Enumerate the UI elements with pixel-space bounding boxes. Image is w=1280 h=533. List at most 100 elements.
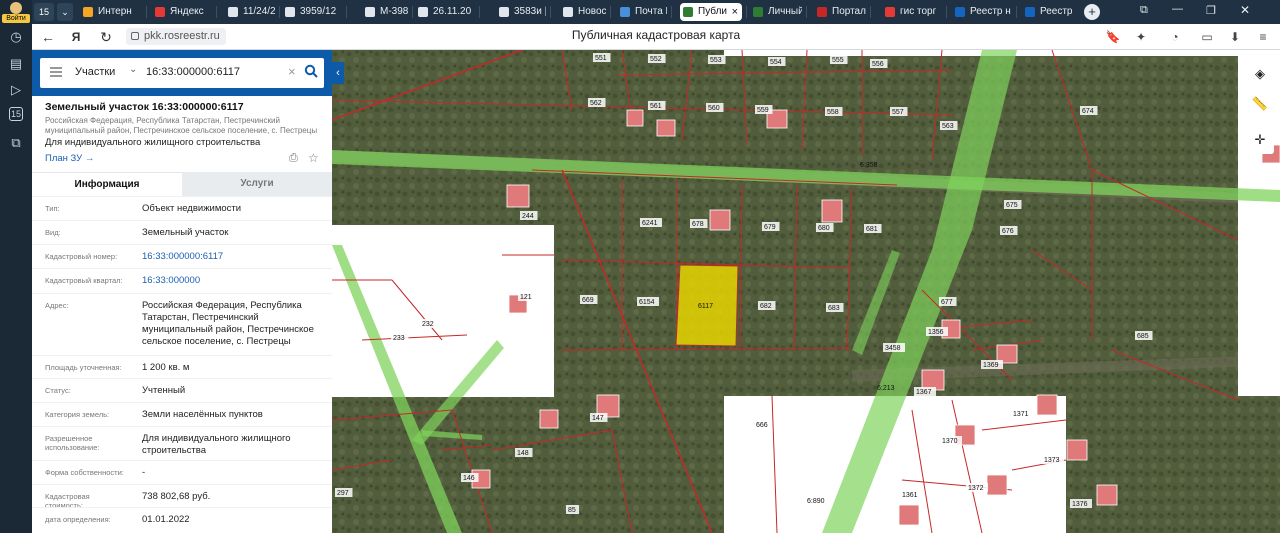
parcel-number-label[interactable]: 1370 <box>942 438 958 445</box>
parcel-number-label[interactable]: 1372 <box>968 485 984 492</box>
parcel-number-label[interactable]: 244 <box>522 213 534 220</box>
browser-tab[interactable]: гис торг <box>882 3 942 21</box>
parcel-number-label[interactable]: 553 <box>710 57 722 64</box>
parcel-number-label[interactable]: 676 <box>1002 228 1014 235</box>
parcel-number-label[interactable]: 148 <box>517 450 529 457</box>
minimize-icon[interactable]: — <box>1172 3 1183 15</box>
parcel-number-label[interactable]: 683 <box>828 305 840 312</box>
calendar-icon[interactable]: 15 <box>9 107 23 121</box>
browser-tab[interactable]: 3583и | <box>496 3 546 21</box>
restore-icon[interactable]: ❐ <box>1206 4 1216 17</box>
devices-icon[interactable]: ⧉ <box>7 134 25 152</box>
search-icon[interactable] <box>304 64 318 78</box>
alice-icon[interactable]: ◔ <box>1166 28 1184 46</box>
yandex-icon[interactable]: Я <box>66 27 86 47</box>
parcel-number-label[interactable]: 121 <box>520 294 532 301</box>
parcel-number-label[interactable]: 297 <box>337 490 349 497</box>
star-icon[interactable]: ☆ <box>308 151 319 165</box>
tab-info[interactable]: Информация <box>32 172 182 196</box>
layers-button[interactable]: ◈ <box>1246 60 1274 88</box>
clear-icon[interactable]: × <box>288 64 296 79</box>
parcel-number-label[interactable]: 1376 <box>1072 501 1088 508</box>
ruler-button[interactable]: 📏 <box>1246 90 1274 118</box>
parcel-number-label[interactable]: 556 <box>872 61 884 68</box>
download-icon[interactable]: ⬇ <box>1226 28 1244 46</box>
browser-tab[interactable]: Публи × <box>680 3 742 21</box>
browser-tab[interactable]: 11/24/2 <box>225 3 275 21</box>
parcel-number-label[interactable]: 555 <box>832 57 844 64</box>
parcel-number-label[interactable]: 561 <box>650 103 662 110</box>
bookmarks-icon[interactable]: ⧉ <box>1140 4 1148 17</box>
parcel-number-label[interactable]: 674 <box>1082 108 1094 115</box>
browser-tab[interactable]: Новость <box>560 3 606 21</box>
extension-icon[interactable]: ✦ <box>1132 28 1150 46</box>
parcel-number-label[interactable]: 233 <box>393 335 405 342</box>
parcel-number-label[interactable]: 1367 <box>916 389 932 396</box>
search-input[interactable]: 16:33:000000:6117 <box>146 66 240 78</box>
attribute-link[interactable]: 16:33:000000 <box>142 275 327 287</box>
search-type-select[interactable]: Участки <box>75 66 115 78</box>
play-icon[interactable]: ▷ <box>7 81 25 99</box>
parcel-number-label[interactable]: 3458 <box>885 345 901 352</box>
document-icon[interactable]: ▤ <box>7 55 25 73</box>
parcel-number-label[interactable]: 678 <box>692 221 704 228</box>
parcel-number-label[interactable]: 680 <box>818 225 830 232</box>
parcel-number-label[interactable]: 1373 <box>1044 457 1060 464</box>
tab-services[interactable]: Услуги <box>182 172 332 196</box>
browser-tab[interactable]: М-398 | <box>362 3 408 21</box>
browser-tab[interactable]: Личный <box>750 3 802 21</box>
parcel-number-label[interactable]: 6154 <box>639 299 655 306</box>
parcel-number-label[interactable]: 559 <box>757 107 769 114</box>
parcel-number-label[interactable]: 669 <box>582 297 594 304</box>
parcel-number-label[interactable]: 551 <box>595 55 607 62</box>
parcel-number-label[interactable]: 675 <box>1006 202 1018 209</box>
cadastral-map[interactable]: 6117 551 552 553 554 555 556 562 561 560 559 558 55… <box>332 50 1280 533</box>
browser-tab[interactable]: Интерн <box>80 3 142 21</box>
parcel-number-label[interactable]: 558 <box>827 109 839 116</box>
parcel-number-label[interactable]: 232 <box>422 321 434 328</box>
browser-tab[interactable]: 26.11.20 <box>415 3 475 21</box>
reload-icon[interactable]: ↻ <box>96 27 116 47</box>
chevron-down-icon[interactable]: ⌄ <box>129 64 137 75</box>
parcel-number-label[interactable]: 666 <box>756 422 768 429</box>
collections-icon[interactable]: ▭ <box>1198 28 1216 46</box>
browser-tab[interactable]: 3959/12 <box>282 3 342 21</box>
browser-tab[interactable]: Яндекс <box>152 3 212 21</box>
chevron-down-icon[interactable]: ⌄ <box>57 3 73 21</box>
parcel-number-label[interactable]: 679 <box>764 224 776 231</box>
menu-icon[interactable] <box>50 67 62 77</box>
parcel-number-label[interactable]: 85 <box>568 507 576 514</box>
collapse-panel-button[interactable]: ‹ <box>332 62 344 84</box>
browser-tab[interactable]: Почта М <box>617 3 667 21</box>
parcel-number-label[interactable]: 685 <box>1137 333 1149 340</box>
menu-icon[interactable]: ≡ <box>1254 28 1272 46</box>
clock-icon[interactable]: ◷ <box>7 28 25 46</box>
browser-tab[interactable]: Реестр н <box>1022 3 1074 21</box>
back-icon[interactable]: ← <box>38 27 58 47</box>
parcel-number-label[interactable]: 1356 <box>928 329 944 336</box>
bookmark-icon[interactable]: 🔖 <box>1104 28 1122 46</box>
plan-link[interactable]: План ЗУ → <box>45 153 94 164</box>
locate-button[interactable]: ✛ <box>1246 126 1274 154</box>
close-window-icon[interactable]: ✕ <box>1240 3 1250 17</box>
print-icon[interactable]: ⎙ <box>289 152 298 165</box>
tab-counter[interactable]: 15 <box>34 3 54 21</box>
parcel-number-label[interactable]: 681 <box>866 226 878 233</box>
browser-tab[interactable]: Реестр н <box>952 3 1012 21</box>
parcel-number-label[interactable]: 1369 <box>983 362 999 369</box>
browser-tab[interactable]: Портал <box>814 3 866 21</box>
parcel-number-label[interactable]: 6241 <box>642 220 658 227</box>
parcel-number-label[interactable]: 560 <box>708 105 720 112</box>
parcel-number-label[interactable]: 1371 <box>1013 411 1029 418</box>
parcel-number-label[interactable]: 554 <box>770 59 782 66</box>
parcel-number-label[interactable]: 677 <box>941 299 953 306</box>
url-field[interactable]: pkk.rosreestr.ru <box>126 28 226 45</box>
parcel-number-label[interactable]: 563 <box>942 123 954 130</box>
parcel-number-label[interactable]: 1361 <box>902 492 918 499</box>
parcel-number-label[interactable]: 557 <box>892 109 904 116</box>
login-button[interactable]: Войти <box>2 2 30 23</box>
new-tab-button[interactable]: + <box>1084 4 1100 20</box>
parcel-number-label[interactable]: 682 <box>760 303 772 310</box>
parcel-number-label[interactable]: 147 <box>592 415 604 422</box>
parcel-number-label[interactable]: 146 <box>463 475 475 482</box>
